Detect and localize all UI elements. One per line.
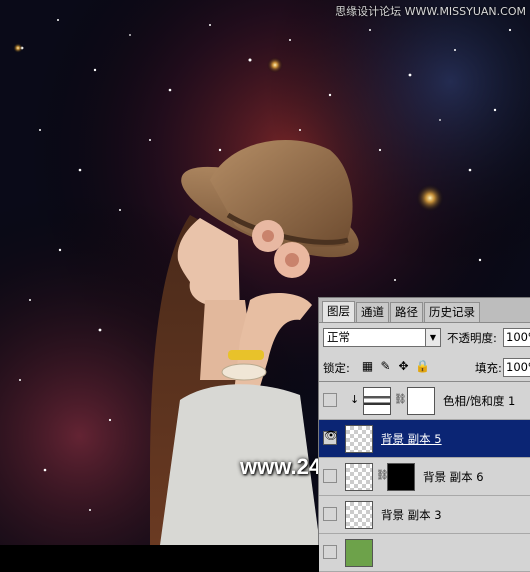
blend-mode-value: 正常 <box>327 330 350 344</box>
layer-thumbnail <box>345 425 373 453</box>
panel-tabs: 图层 通道 路径 历史记录 <box>319 298 530 323</box>
lock-icons: ▦ ✎ ✥ 🔒 <box>361 359 430 373</box>
adjustment-thumbnail <box>363 387 391 415</box>
opacity-label: 不透明度: <box>447 331 497 345</box>
mask-thumbnail <box>387 463 415 491</box>
mask-thumbnail <box>407 387 435 415</box>
layer-row[interactable] <box>319 534 530 572</box>
layer-thumbnail <box>345 501 373 529</box>
tab-paths[interactable]: 路径 <box>390 302 423 322</box>
lock-transparency-icon[interactable]: ▦ <box>361 359 374 373</box>
layer-row-selected[interactable]: 👁 背景 副本 5 <box>319 420 530 458</box>
visibility-toggle[interactable] <box>323 545 337 559</box>
blend-opacity-row: 正常 ▼ 不透明度: 100% <box>323 328 530 350</box>
lock-move-icon[interactable]: ✥ <box>397 359 410 373</box>
tab-channels[interactable]: 通道 <box>356 302 389 322</box>
opacity-input[interactable]: 100% <box>503 328 530 347</box>
layers-list: ↓ ⛓ 色相/饱和度 1 👁 背景 副本 5 ⛓ 背景 副本 6 背景 副本 3 <box>319 381 530 572</box>
clip-arrow-icon: ↓ <box>350 393 360 406</box>
lock-label: 锁定: <box>323 361 350 375</box>
layer-row[interactable]: ⛓ 背景 副本 6 <box>319 458 530 496</box>
layer-name: 背景 副本 3 <box>381 508 442 522</box>
layer-thumbnail <box>345 539 373 567</box>
visibility-toggle[interactable] <box>323 393 337 407</box>
layer-thumbnail <box>345 463 373 491</box>
watermark-text: 思缘设计论坛 WWW.MISSYUAN.COM <box>335 5 526 18</box>
link-chain-icon: ⛓ <box>394 394 407 405</box>
layer-name: 背景 副本 5 <box>381 432 442 446</box>
tab-layers[interactable]: 图层 <box>322 301 355 322</box>
fill-input[interactable]: 100% <box>503 358 530 377</box>
lock-brush-icon[interactable]: ✎ <box>379 359 392 373</box>
eye-icon: 👁 <box>324 429 338 442</box>
visibility-toggle[interactable]: 👁 <box>323 429 338 445</box>
layer-row[interactable]: 背景 副本 3 <box>319 496 530 534</box>
chevron-down-icon[interactable]: ▼ <box>425 329 440 346</box>
visibility-toggle[interactable] <box>323 507 337 521</box>
visibility-toggle[interactable] <box>323 469 337 483</box>
fill-label: 填充: <box>475 361 502 375</box>
tab-history[interactable]: 历史记录 <box>424 302 480 322</box>
blend-mode-select[interactable]: 正常 ▼ <box>323 328 441 347</box>
lock-all-icon[interactable]: 🔒 <box>415 359 430 373</box>
layers-panel: 图层 通道 路径 历史记录 正常 ▼ 不透明度: 100% 锁定: ▦ ✎ ✥ … <box>318 297 530 572</box>
layer-name: 色相/饱和度 1 <box>443 394 516 408</box>
layer-row[interactable]: ↓ ⛓ 色相/饱和度 1 <box>319 382 530 420</box>
layer-name: 背景 副本 6 <box>423 470 484 484</box>
lock-fill-row: 锁定: ▦ ✎ ✥ 🔒 填充: 100% <box>323 358 530 380</box>
